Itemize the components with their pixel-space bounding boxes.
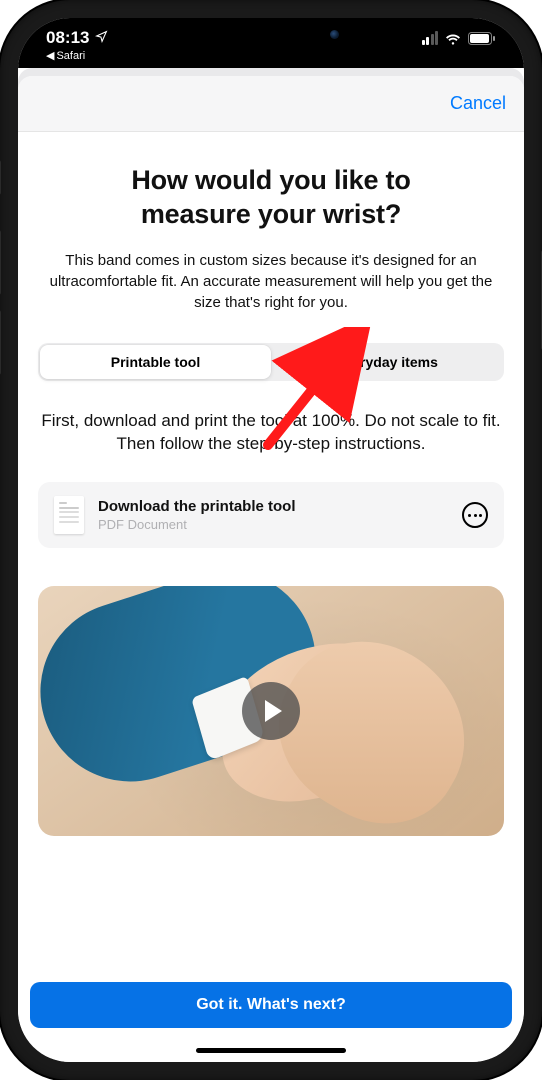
segment-printable-tool[interactable]: Printable tool <box>40 345 271 379</box>
segmented-control: Printable tool Everyday items <box>38 343 504 381</box>
download-title: Download the printable tool <box>98 498 448 515</box>
screen: 08:13 ◀ Safari <box>18 18 524 1062</box>
page-subtitle: This band comes in custom sizes because … <box>40 250 502 313</box>
play-icon <box>242 682 300 740</box>
sheet-content: How would you like to measure your wrist… <box>18 132 524 1062</box>
download-subtitle: PDF Document <box>98 517 448 532</box>
phone-frame: 08:13 ◀ Safari <box>0 0 542 1080</box>
more-options-icon[interactable] <box>462 502 488 528</box>
sheet-header: Cancel <box>18 76 524 132</box>
location-icon <box>95 28 108 48</box>
back-app-label: Safari <box>56 50 85 62</box>
notch <box>161 18 381 50</box>
front-camera <box>330 30 339 39</box>
cell-signal-icon <box>422 31 439 45</box>
page-title: How would you like to measure your wrist… <box>44 164 498 232</box>
status-time: 08:13 <box>46 28 89 48</box>
battery-icon <box>468 32 496 45</box>
title-line-2: measure your wrist? <box>141 199 401 229</box>
cta-bar: Got it. What's next? <box>30 982 512 1028</box>
modal-sheet: Cancel How would you like to measure you… <box>18 76 524 1062</box>
back-to-app[interactable]: ◀ Safari <box>46 49 108 62</box>
instruction-video[interactable] <box>38 586 504 836</box>
title-line-1: How would you like to <box>131 165 410 195</box>
wifi-icon <box>444 32 462 45</box>
next-button[interactable]: Got it. What's next? <box>30 982 512 1028</box>
instruction-text: First, download and print the tool at 10… <box>38 409 504 457</box>
document-icon <box>54 496 84 534</box>
download-card[interactable]: Download the printable tool PDF Document <box>38 482 504 548</box>
chevron-left-icon: ◀ <box>46 49 54 62</box>
cancel-button[interactable]: Cancel <box>450 93 506 114</box>
home-indicator[interactable] <box>196 1048 346 1053</box>
segment-everyday-items[interactable]: Everyday items <box>271 345 502 379</box>
